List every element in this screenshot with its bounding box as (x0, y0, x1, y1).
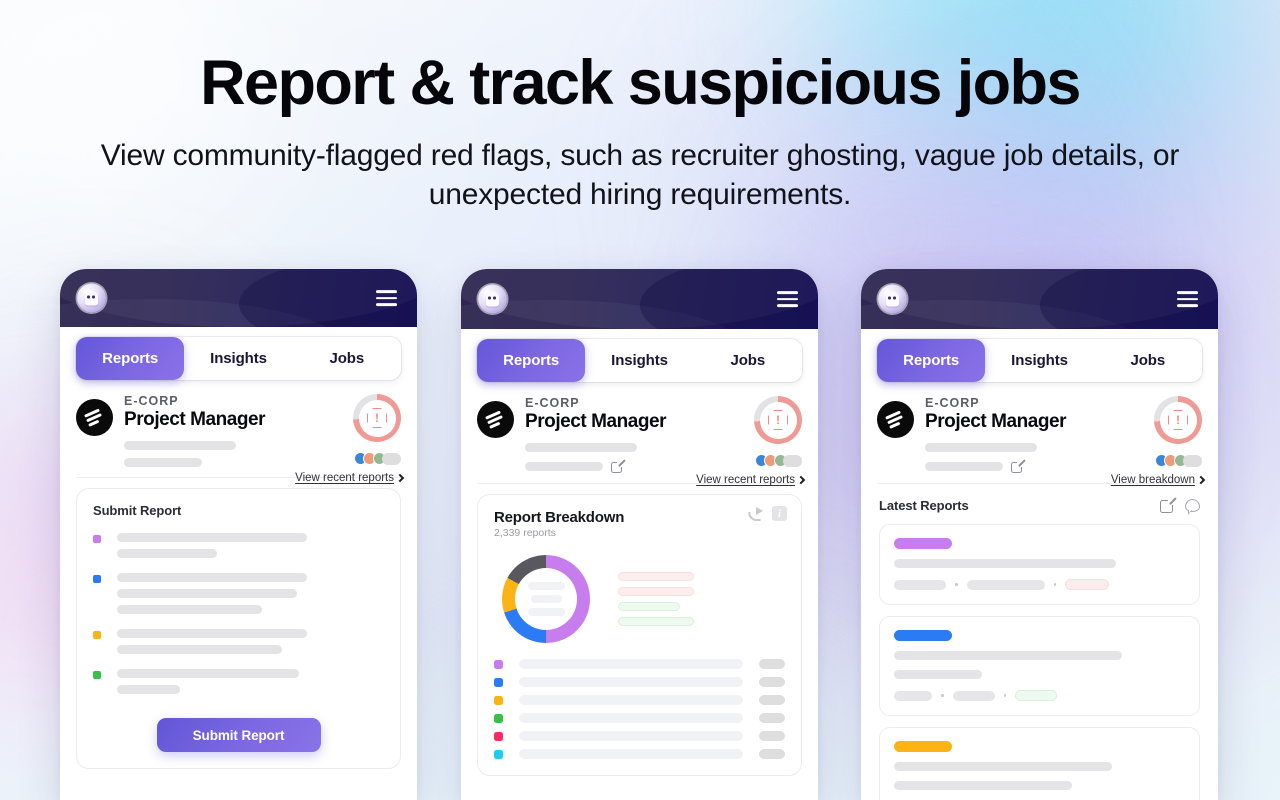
skeleton-line (124, 458, 202, 467)
risk-gauge (1154, 396, 1202, 444)
phone-mockup-reports-submit: Reports Insights Jobs E-CORP Project Man… (60, 269, 417, 800)
donut-chart-area (494, 555, 785, 643)
chart-title: Report Breakdown (494, 509, 625, 526)
company-logo-icon (877, 401, 914, 438)
skeleton-line (124, 441, 236, 450)
skeleton-line (925, 462, 1003, 471)
report-list-item[interactable] (879, 616, 1200, 716)
page-root: Report & track suspicious jobs View comm… (0, 0, 1280, 800)
chart-subtitle: 2,339 reports (494, 527, 556, 539)
legend-row[interactable] (494, 749, 785, 759)
page-title: Report & track suspicious jobs (200, 48, 1081, 118)
job-summary-row[interactable]: E-CORP Project Manager (461, 382, 818, 486)
page-subtitle: View community-flagged red flags, such a… (100, 139, 1180, 211)
tab-jobs[interactable]: Jobs (694, 339, 802, 382)
edit-icon[interactable] (611, 459, 626, 473)
form-field-group[interactable] (93, 669, 384, 694)
tab-reports[interactable]: Reports (76, 337, 185, 380)
share-icon[interactable] (747, 506, 763, 521)
info-icon[interactable]: i (772, 506, 787, 521)
tab-bar: Reports Insights Jobs (477, 339, 802, 382)
chart-legend (494, 659, 785, 759)
tab-jobs[interactable]: Jobs (1094, 339, 1202, 382)
report-list-item[interactable] (879, 727, 1200, 800)
view-recent-reports-link[interactable]: View recent reports (696, 474, 806, 486)
company-logo-icon (76, 399, 113, 436)
legend-row[interactable] (494, 731, 785, 741)
report-breakdown-card: i Report Breakdown 2,339 reports (477, 494, 802, 776)
phone-mockup-report-breakdown: Reports Insights Jobs E-CORP Project Man… (461, 269, 818, 800)
chevron-right-icon (796, 475, 806, 484)
ghost-avatar-icon[interactable] (478, 284, 507, 314)
chevron-right-icon (1196, 475, 1206, 484)
phone-mockup-latest-reports: Reports Insights Jobs E-CORP Project Man… (861, 269, 1218, 800)
risk-gauge (353, 394, 401, 442)
reporter-avatars (754, 454, 802, 467)
chart-side-stats (618, 572, 694, 626)
tab-insights[interactable]: Insights (184, 337, 292, 380)
alert-warning-icon (768, 410, 788, 430)
form-field-group[interactable] (93, 533, 384, 558)
edit-icon[interactable] (1160, 497, 1177, 513)
hamburger-menu-icon[interactable] (1177, 291, 1198, 307)
app-header-bar (60, 269, 417, 327)
tab-bar: Reports Insights Jobs (76, 337, 401, 380)
hamburger-menu-icon[interactable] (376, 290, 397, 306)
card-title: Submit Report (93, 503, 182, 518)
reporter-avatars (1154, 454, 1202, 467)
chevron-right-icon (395, 473, 405, 482)
legend-row[interactable] (494, 695, 785, 705)
tab-insights[interactable]: Insights (585, 339, 693, 382)
skeleton-line (925, 443, 1037, 452)
legend-row[interactable] (494, 713, 785, 723)
risk-gauge (754, 396, 802, 444)
ghost-avatar-icon[interactable] (77, 283, 106, 313)
ghost-avatar-icon[interactable] (878, 284, 907, 314)
job-summary-row[interactable]: E-CORP Project Manager View recent r (60, 380, 417, 484)
hamburger-menu-icon[interactable] (777, 291, 798, 307)
job-summary-row[interactable]: E-CORP Project Manager (861, 382, 1218, 486)
view-link-label: View breakdown (1110, 474, 1195, 486)
edit-icon[interactable] (1011, 459, 1026, 473)
tab-jobs[interactable]: Jobs (293, 337, 401, 380)
latest-reports-header: Latest Reports (861, 484, 1218, 515)
tab-insights[interactable]: Insights (985, 339, 1093, 382)
comment-icon[interactable] (1185, 499, 1200, 515)
section-title: Latest Reports (879, 498, 969, 513)
submit-report-button[interactable]: Submit Report (156, 718, 321, 752)
form-field-group[interactable] (93, 573, 384, 614)
donut-chart (502, 555, 590, 643)
report-list-item[interactable] (879, 524, 1200, 605)
company-logo-icon (477, 401, 514, 438)
form-field-group[interactable] (93, 629, 384, 654)
alert-warning-icon (1168, 410, 1188, 430)
skeleton-line (525, 443, 637, 452)
view-link-label: View recent reports (295, 472, 394, 484)
reporter-avatars (353, 452, 401, 465)
hero-section: Report & track suspicious jobs View comm… (0, 0, 1280, 214)
tab-reports[interactable]: Reports (477, 339, 586, 382)
tab-bar: Reports Insights Jobs (877, 339, 1202, 382)
legend-row[interactable] (494, 659, 785, 669)
app-header-bar (861, 269, 1218, 329)
alert-warning-icon (367, 408, 387, 428)
legend-row[interactable] (494, 677, 785, 687)
submit-report-card: Submit Report Submit Report (76, 488, 401, 769)
tab-reports[interactable]: Reports (877, 339, 986, 382)
skeleton-line (525, 462, 603, 471)
view-recent-reports-link[interactable]: View recent reports (295, 472, 405, 484)
view-breakdown-link[interactable]: View breakdown (1110, 474, 1206, 486)
app-header-bar (461, 269, 818, 329)
view-link-label: View recent reports (696, 474, 795, 486)
